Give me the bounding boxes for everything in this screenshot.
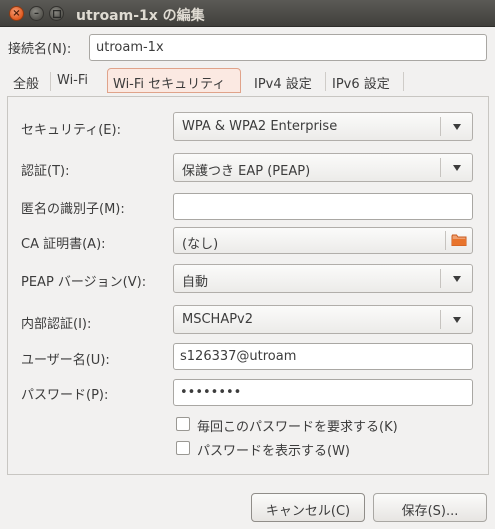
ask-password-checkbox[interactable] (176, 417, 190, 431)
password-input[interactable]: •••••••• (173, 379, 473, 406)
tab-general[interactable]: 全般 (7, 68, 51, 95)
chevron-down-icon (453, 317, 461, 323)
ca-cert-chooser[interactable]: (なし) (173, 227, 473, 254)
ca-cert-value: (なし) (182, 237, 219, 252)
connection-name-input[interactable] (89, 34, 487, 61)
inner-auth-value: MSCHAPv2 (182, 312, 254, 327)
username-input[interactable]: s126337@utroam (173, 343, 473, 370)
chevron-down-icon (453, 276, 461, 282)
tab-label: 全般 (13, 77, 40, 92)
inner-auth-label: 内部認証(I): (21, 317, 92, 332)
close-button[interactable]: × (9, 6, 24, 21)
window-title: utroam-1x の編集 (76, 8, 205, 24)
tab-label: IPv6 設定 (332, 77, 390, 92)
show-password-checkbox[interactable] (176, 441, 190, 455)
peap-version-select[interactable]: 自動 (173, 264, 473, 293)
inner-auth-select[interactable]: MSCHAPv2 (173, 305, 473, 334)
auth-value: 保護つき EAP (PEAP) (182, 164, 311, 179)
peap-version-value: 自動 (182, 275, 209, 290)
tab-ipv4[interactable]: IPv4 設定 (248, 68, 326, 95)
password-label: パスワード(P): (21, 388, 109, 403)
close-icon: × (12, 7, 21, 19)
auth-label: 認証(T): (21, 164, 70, 179)
chevron-down-icon (453, 124, 461, 130)
show-password-label: パスワードを表示する(W) (197, 444, 350, 459)
maximize-icon (52, 9, 61, 18)
tab-wifi-security[interactable]: Wi-Fi セキュリティ (107, 68, 241, 95)
save-button[interactable]: 保存(S)... (373, 493, 487, 522)
cancel-button[interactable]: キャンセル(C) (251, 493, 365, 522)
tab-wifi[interactable]: Wi-Fi (51, 68, 104, 95)
tab-label: IPv4 設定 (254, 77, 312, 92)
minimize-icon: – (34, 7, 39, 19)
tab-label: Wi-Fi (57, 73, 89, 88)
anon-identity-input[interactable] (173, 193, 473, 220)
security-value: WPA & WPA2 Enterprise (182, 119, 338, 134)
chevron-down-icon (453, 165, 461, 171)
username-label: ユーザー名(U): (21, 353, 110, 368)
ask-password-label: 毎回このパスワードを要求する(K) (197, 420, 398, 435)
minimize-button[interactable]: – (29, 6, 44, 21)
auth-select[interactable]: 保護つき EAP (PEAP) (173, 153, 473, 182)
ca-cert-label: CA 証明書(A): (21, 237, 106, 252)
tab-label: Wi-Fi セキュリティ (113, 77, 226, 92)
connection-name-label: 接続名(N): (8, 42, 72, 57)
security-label: セキュリティ(E): (21, 123, 121, 138)
folder-icon (451, 234, 467, 246)
peap-version-label: PEAP バージョン(V): (21, 275, 147, 290)
security-select[interactable]: WPA & WPA2 Enterprise (173, 112, 473, 141)
tab-ipv6[interactable]: IPv6 設定 (326, 68, 404, 95)
maximize-button[interactable] (49, 6, 64, 21)
title-bar: × – utroam-1x の編集 (0, 0, 495, 27)
anon-identity-label: 匿名の識別子(M): (21, 202, 125, 217)
